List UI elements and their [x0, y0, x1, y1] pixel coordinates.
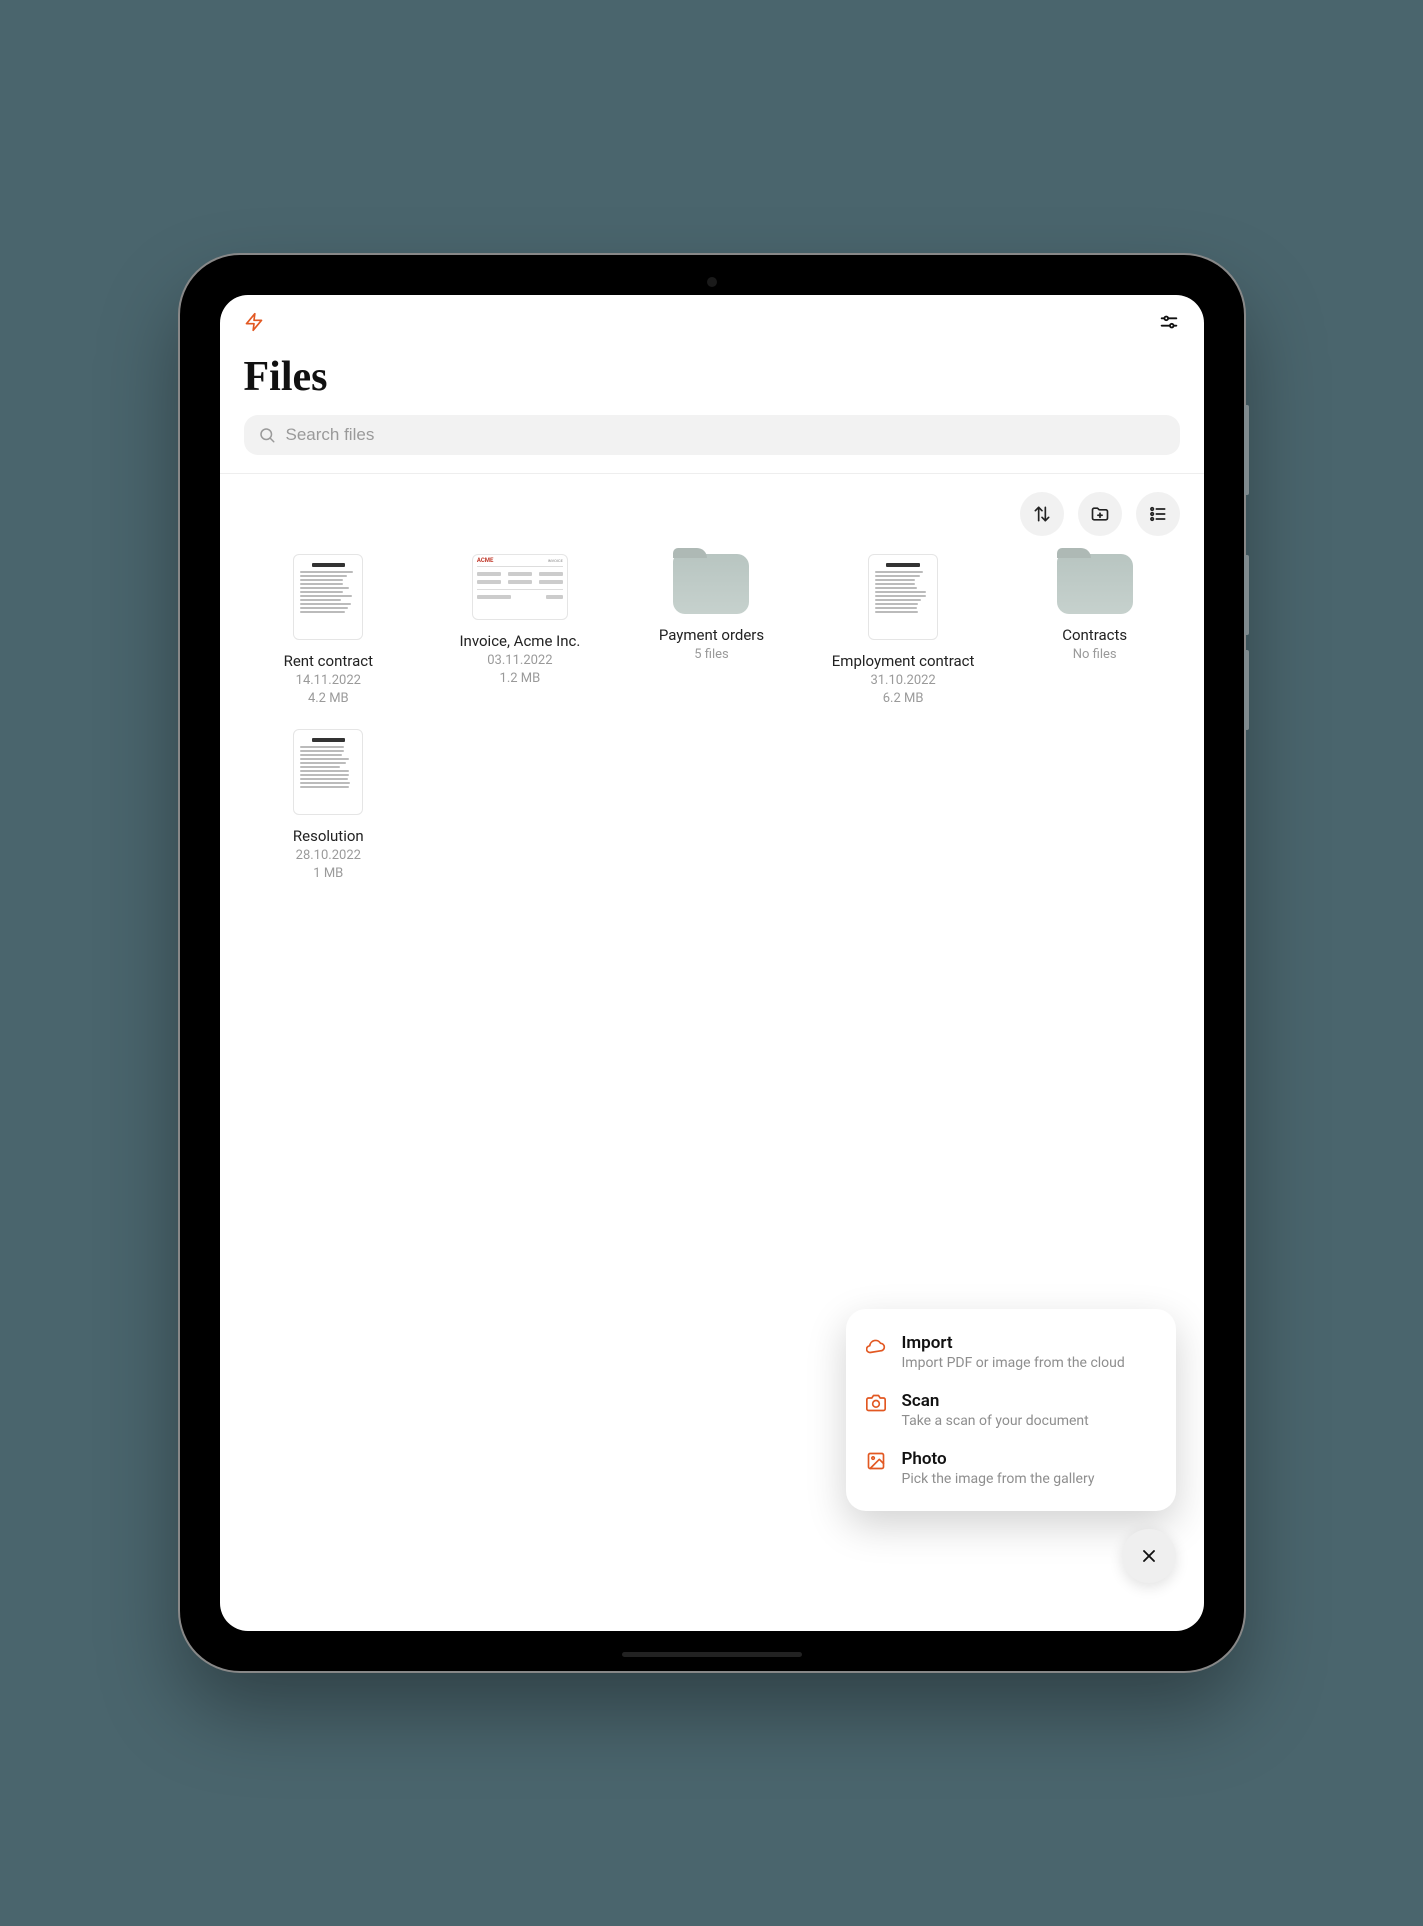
popover-item-title: Photo: [902, 1449, 1095, 1469]
top-bar: [220, 295, 1204, 341]
file-meta: 03.11.20221.2 MB: [487, 652, 552, 687]
file-item[interactable]: Contracts No files: [1004, 554, 1186, 707]
file-meta: 28.10.20221 MB: [296, 847, 361, 882]
sliders-icon[interactable]: [1158, 311, 1180, 333]
file-name: Payment orders: [659, 626, 764, 644]
add-folder-button[interactable]: [1078, 492, 1122, 536]
list-view-button[interactable]: [1136, 492, 1180, 536]
home-indicator: [622, 1652, 802, 1657]
popover-item-desc: Pick the image from the gallery: [902, 1471, 1095, 1487]
device-power-button: [1244, 405, 1249, 495]
device-camera: [707, 277, 717, 287]
device-vol-up: [1244, 555, 1249, 635]
file-item[interactable]: ACMEINVOICE Invoice, Acme Inc. 03.11.202…: [429, 554, 611, 707]
file-item[interactable]: Employment contract 31.10.20226.2 MB: [812, 554, 994, 707]
file-item[interactable]: Rent contract 14.11.20224.2 MB: [238, 554, 420, 707]
page-title: Files: [220, 341, 1204, 411]
search-icon: [258, 426, 276, 444]
file-name: Contracts: [1062, 626, 1127, 644]
file-grid: Rent contract 14.11.20224.2 MB ACMEINVOI…: [220, 544, 1204, 902]
file-thumb: ACMEINVOICE: [472, 554, 568, 620]
file-meta: 5 files: [694, 646, 729, 664]
file-meta: 14.11.20224.2 MB: [296, 672, 361, 707]
sort-button[interactable]: [1020, 492, 1064, 536]
popover-item-scan[interactable]: Scan Take a scan of your document: [856, 1381, 1166, 1439]
file-thumb: [868, 554, 938, 640]
list-icon: [1148, 504, 1168, 524]
popover-item-desc: Take a scan of your document: [902, 1413, 1089, 1429]
toolbar: [220, 474, 1204, 544]
image-icon: [866, 1451, 888, 1471]
popover-item-import[interactable]: Import Import PDF or image from the clou…: [856, 1323, 1166, 1381]
add-menu-popover: Import Import PDF or image from the clou…: [846, 1309, 1176, 1511]
popover-item-title: Scan: [902, 1391, 1089, 1411]
file-name: Invoice, Acme Inc.: [459, 632, 580, 650]
file-thumb: [293, 729, 363, 815]
file-item[interactable]: Resolution 28.10.20221 MB: [238, 729, 420, 882]
sort-icon: [1032, 504, 1052, 524]
file-name: Employment contract: [832, 652, 975, 670]
folder-thumb: [1057, 554, 1133, 614]
popover-item-desc: Import PDF or image from the cloud: [902, 1355, 1125, 1371]
device-vol-down: [1244, 650, 1249, 730]
popover-item-title: Import: [902, 1333, 1125, 1353]
file-name: Resolution: [293, 827, 364, 845]
popover-item-photo[interactable]: Photo Pick the image from the gallery: [856, 1439, 1166, 1497]
cloud-icon: [866, 1335, 888, 1355]
file-item[interactable]: Payment orders 5 files: [621, 554, 803, 707]
file-name: Rent contract: [284, 652, 373, 670]
search-bar[interactable]: [244, 415, 1180, 455]
close-icon: [1139, 1546, 1159, 1566]
add-folder-icon: [1090, 504, 1110, 524]
file-meta: No files: [1073, 646, 1117, 664]
bolt-icon[interactable]: [244, 312, 264, 332]
file-thumb: [293, 554, 363, 640]
file-meta: 31.10.20226.2 MB: [870, 672, 935, 707]
camera-icon: [866, 1393, 888, 1413]
search-input[interactable]: [286, 425, 1166, 445]
folder-thumb: [673, 554, 749, 614]
device-frame: Files Rent contract 14.11.20224.2 MB: [180, 255, 1244, 1671]
close-add-menu-button[interactable]: [1122, 1529, 1176, 1583]
app-screen: Files Rent contract 14.11.20224.2 MB: [220, 295, 1204, 1631]
